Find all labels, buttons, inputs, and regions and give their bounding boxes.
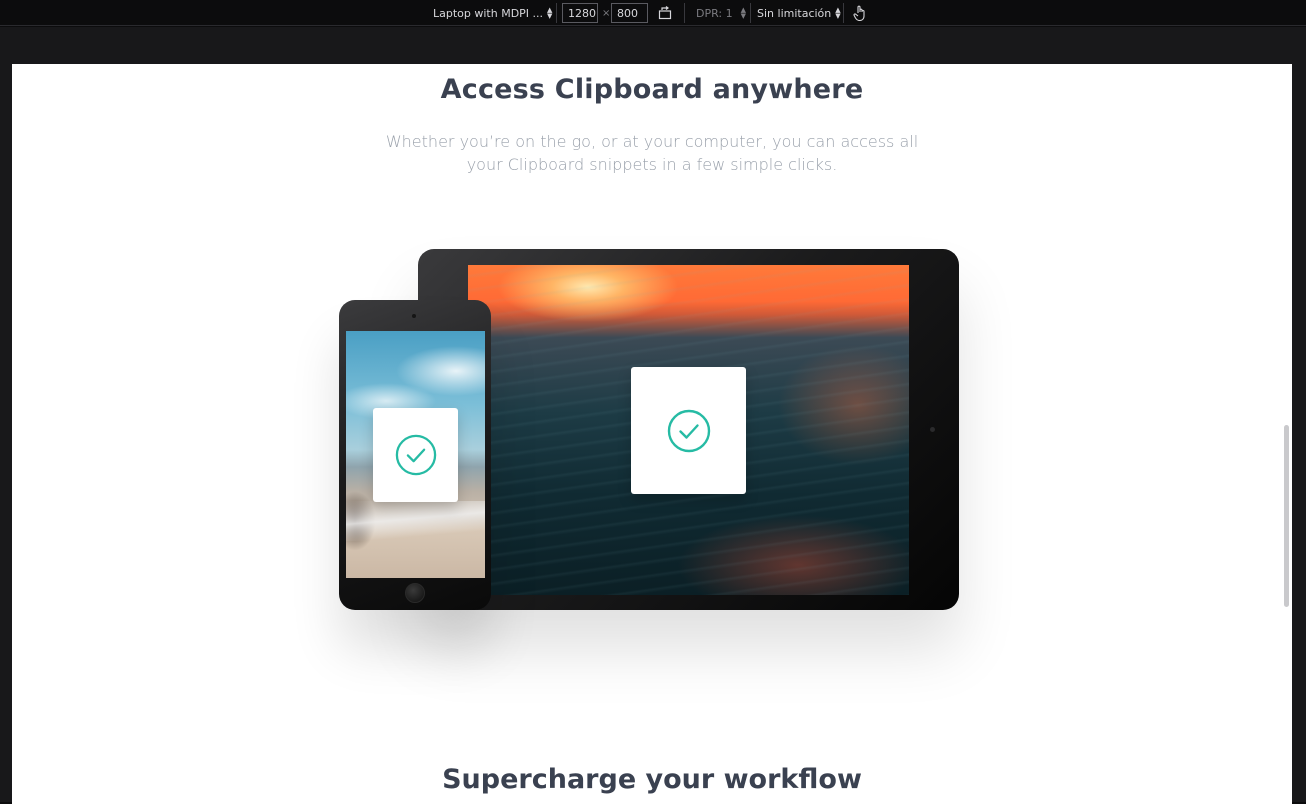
divider xyxy=(750,3,751,23)
device-selector-label: Laptop with MDPI ... xyxy=(433,6,544,20)
next-section-heading: Supercharge your workflow xyxy=(442,764,862,795)
phone-home-button xyxy=(405,583,425,603)
check-circle-icon xyxy=(667,409,710,452)
updown-arrows-icon: ▲ ▼ xyxy=(835,6,841,20)
page-viewport: Access Clipboard anywhere Whether you’re… xyxy=(12,64,1292,804)
dpr-selector-label: DPR: 1 xyxy=(696,6,733,20)
divider xyxy=(556,3,557,23)
rotate-button[interactable] xyxy=(658,0,672,26)
phone-speaker xyxy=(412,314,416,318)
divider xyxy=(843,3,844,23)
device-selector[interactable]: Laptop with MDPI ... ▲ ▼ xyxy=(433,0,552,26)
shoreline-shape xyxy=(346,501,485,541)
height-input-value: 800 xyxy=(617,6,638,20)
section-heading: Access Clipboard anywhere xyxy=(440,74,864,105)
divider xyxy=(684,3,685,23)
updown-arrows-icon: ▲ ▼ xyxy=(547,6,553,20)
network-throttle-label: Sin limitación xyxy=(757,6,832,20)
responsive-viewport-area: Access Clipboard anywhere Whether you’re… xyxy=(0,27,1306,804)
dimension-separator: × xyxy=(602,7,611,19)
rotate-icon xyxy=(658,6,672,20)
height-input[interactable]: 800 xyxy=(611,3,648,23)
touch-simulation-button[interactable] xyxy=(853,0,867,26)
touch-hand-icon xyxy=(853,5,865,21)
width-input[interactable]: 1280 xyxy=(562,3,598,23)
dpr-selector[interactable]: DPR: 1 ▲ ▼ xyxy=(696,0,746,26)
tablet-copied-card xyxy=(631,367,746,494)
responsive-toolbar: Laptop with MDPI ... ▲ ▼ 1280 × 800 DPR: … xyxy=(0,0,1306,26)
network-throttle-selector[interactable]: Sin limitación ▲ ▼ xyxy=(757,0,841,26)
tablet-camera xyxy=(930,427,935,432)
width-input-value: 1280 xyxy=(568,6,596,20)
check-circle-icon xyxy=(395,434,436,476)
page-scrollbar-thumb[interactable] xyxy=(1284,425,1289,607)
phone-copied-card xyxy=(373,408,458,502)
section-lead-text: Whether you’re on the go, or at your com… xyxy=(385,132,919,174)
updown-arrows-icon: ▲ ▼ xyxy=(740,6,746,20)
